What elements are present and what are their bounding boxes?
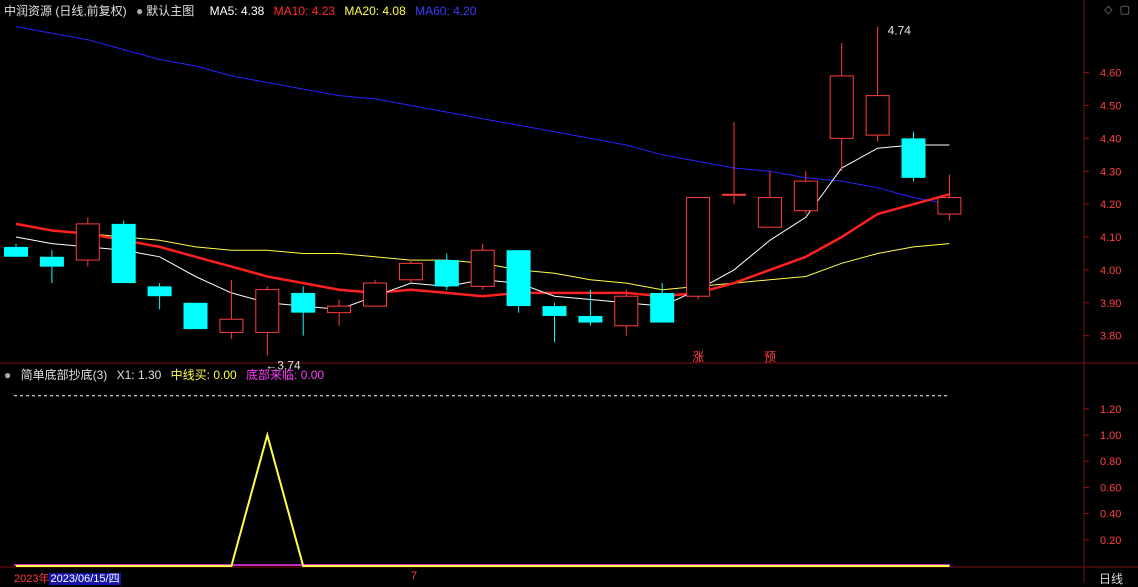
candle-body	[183, 302, 208, 330]
candle	[506, 250, 531, 313]
y-tick-label: 4.10	[1100, 232, 1121, 244]
candle	[111, 220, 136, 284]
candle	[614, 289, 639, 336]
indicator-tick-label: 0.40	[1100, 509, 1121, 521]
candle-body	[722, 193, 746, 196]
indicator-tick-label: 0.80	[1100, 456, 1121, 468]
dibu-value: 底部来临: 0.00	[246, 368, 325, 382]
candle	[829, 43, 854, 172]
candle	[147, 283, 172, 310]
candle	[578, 289, 603, 326]
candle-body	[4, 246, 28, 257]
candle	[255, 286, 280, 356]
toggle-icon[interactable]: ●	[4, 368, 11, 382]
candle-body	[147, 286, 172, 297]
maximize-icon[interactable]: ▢	[1120, 4, 1130, 16]
candle	[434, 253, 459, 290]
date-label: 2023/06/15/四	[49, 573, 121, 585]
y-tick-label: 4.40	[1100, 133, 1121, 145]
zhongxian-value: 中线买: 0.00	[170, 368, 237, 382]
candle	[722, 121, 746, 205]
candle	[4, 243, 28, 257]
price-annotation: 4.74	[888, 24, 912, 38]
month-mark: 7	[411, 570, 418, 582]
candle	[75, 217, 100, 267]
template-label: 默认主图	[146, 4, 195, 18]
candle	[39, 250, 64, 284]
candle	[363, 279, 387, 307]
ma20-value: MA20: 4.08	[344, 4, 406, 18]
y-tick-label: 4.60	[1100, 68, 1121, 80]
year-label: 2023年	[14, 573, 50, 585]
zhongxian-line	[16, 431, 950, 567]
candle	[219, 279, 244, 339]
candle-body	[291, 292, 316, 313]
candle-body	[937, 197, 962, 215]
y-tick-label: 4.50	[1100, 101, 1121, 113]
candle-body	[865, 95, 890, 136]
indicator-name[interactable]: 简单底部抄底(3)	[21, 368, 108, 382]
candle	[183, 302, 208, 330]
y-tick-label: 4.00	[1100, 265, 1121, 277]
candle-body	[614, 295, 639, 327]
candle	[542, 302, 567, 343]
candle-body	[363, 282, 387, 307]
candle	[398, 260, 423, 284]
y-tick-label: 4.30	[1100, 166, 1121, 178]
indicator-tick-label: 1.20	[1100, 404, 1121, 416]
candle-body	[578, 315, 603, 323]
candle	[686, 197, 711, 300]
candle-body	[650, 292, 675, 323]
indicator-tick-label: 0.20	[1100, 535, 1121, 547]
candle-body	[111, 223, 136, 284]
candle-body	[757, 197, 782, 228]
candle-body	[327, 305, 352, 314]
ma60-line	[15, 26, 950, 205]
candle-body	[255, 289, 280, 333]
candle-body	[686, 197, 711, 297]
candle-body	[506, 250, 531, 307]
candle-body	[470, 249, 495, 287]
indicator-tick-label: 1.00	[1100, 430, 1121, 442]
candle-body	[219, 318, 244, 333]
candle	[291, 286, 316, 336]
candle	[865, 26, 890, 142]
candle	[757, 171, 782, 228]
candle	[901, 131, 926, 182]
y-tick-label: 4.20	[1100, 199, 1121, 211]
x1-value: X1: 1.30	[116, 368, 162, 382]
template-selector[interactable]: ● 默认主图	[136, 4, 200, 18]
candle	[470, 243, 495, 290]
y-tick-label: 3.90	[1100, 298, 1121, 310]
ma60-value: MA60: 4.20	[415, 4, 477, 18]
signal-marker: 涨	[692, 349, 704, 364]
chart-canvas[interactable]: 3.80 3.90 4.00 4.10 4.20 4.30 4.40 4.50 4.60 0.20…	[0, 0, 1138, 583]
candle-body	[75, 223, 100, 261]
window-controls: ◇ ▢	[1104, 3, 1130, 16]
candle-body	[793, 180, 818, 212]
candle	[937, 174, 962, 221]
candle	[793, 171, 818, 215]
candle	[327, 299, 352, 326]
y-tick-label: 3.80	[1100, 331, 1121, 343]
main-chart-header: 中润资源 (日线,前复权) ● 默认主图 MA5: 4.38 MA10: 4.23…	[4, 2, 482, 18]
indicator-header: ● 简单底部抄底(3) X1: 1.30 中线买: 0.00 底部来临: 0.0…	[4, 366, 330, 382]
stock-title[interactable]: 中润资源 (日线,前复权)	[4, 4, 127, 18]
ma10-value: MA10: 4.23	[273, 4, 336, 18]
date-bar: 2023年2023/06/15/四 7	[14, 570, 417, 586]
candle-body	[542, 306, 567, 316]
period-label[interactable]: 日线	[1084, 570, 1138, 587]
candle-body	[39, 256, 64, 267]
candle-body	[398, 262, 423, 281]
ma5-value: MA5: 4.38	[209, 4, 265, 18]
candle-body	[829, 75, 854, 139]
diamond-icon[interactable]: ◇	[1104, 4, 1112, 16]
toggle-icon[interactable]: ●	[136, 4, 143, 18]
indicator-tick-label: 0.60	[1100, 482, 1121, 494]
signal-marker: 预	[764, 350, 776, 364]
candle-body	[901, 138, 926, 178]
candle-body	[434, 260, 459, 287]
